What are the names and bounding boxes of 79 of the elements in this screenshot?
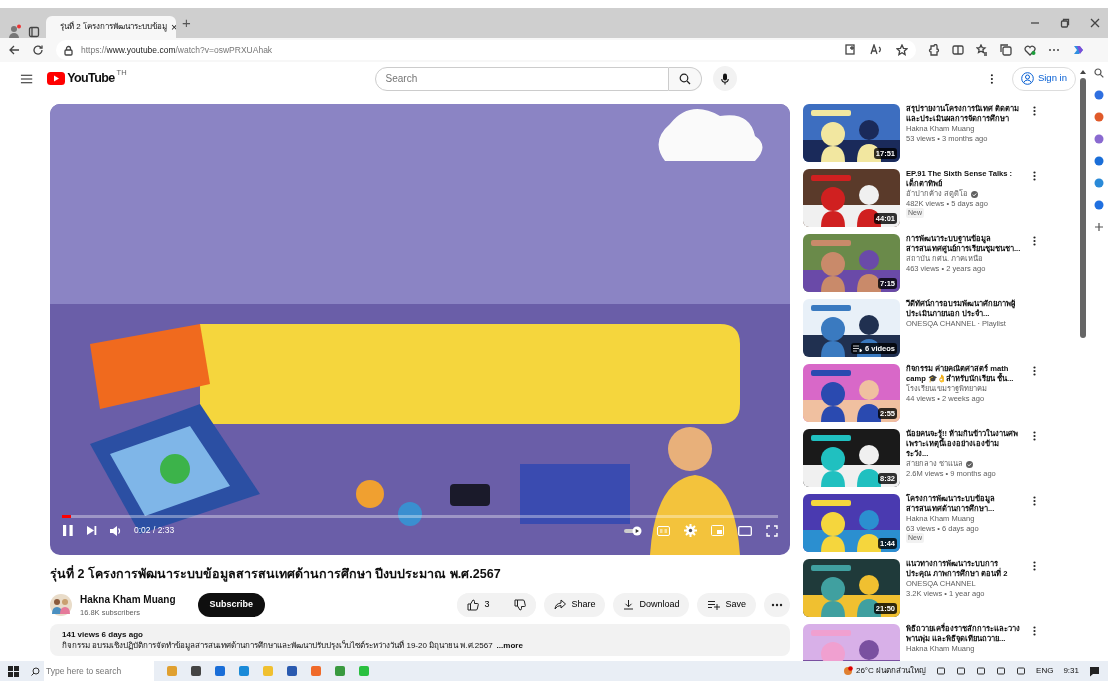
subscribe-button[interactable]: Subscribe <box>197 592 266 617</box>
fullscreen-icon[interactable] <box>766 524 778 537</box>
more-icon[interactable] <box>1032 626 1036 636</box>
address-field[interactable]: https://www.youtube.com/watch?v=oswPRXUAhak <box>56 40 916 60</box>
more-icon[interactable] <box>990 72 994 85</box>
view-stats: 141 views 6 days ago <box>62 629 143 639</box>
logo-text: YouTube <box>67 70 115 88</box>
app-available-icon[interactable] <box>845 44 856 55</box>
settings-icon[interactable] <box>684 524 697 537</box>
lock-icon <box>64 44 73 56</box>
notifications-icon[interactable] <box>1089 665 1100 677</box>
collections-icon[interactable] <box>1000 44 1012 56</box>
browser-essentials-icon[interactable] <box>1024 44 1036 56</box>
autoplay-toggle[interactable] <box>623 525 643 536</box>
more-icon[interactable] <box>1032 171 1036 181</box>
search-field[interactable]: Search <box>374 66 670 91</box>
more-icon[interactable] <box>1032 561 1036 571</box>
refresh-icon[interactable] <box>32 44 44 56</box>
split-screen-icon[interactable] <box>952 44 964 56</box>
volume-icon[interactable] <box>109 524 122 537</box>
description-box[interactable]: 141 views 6 days ago กิจกรรม อบรมเชิงปฏิบัติการจัดทำข้อมูลสารสนเทศด้านการศึกษาและพัฒนาปรับปรุงเว็บไซต์ระหว่างวันที่ 19-20 มิถุนายน พ.ศ.2567 ...more <box>50 624 790 656</box>
more-icon <box>771 602 783 607</box>
channel-avatar <box>50 593 72 616</box>
back-icon[interactable] <box>8 44 20 56</box>
play-logo-icon <box>47 72 66 85</box>
browser-tab[interactable]: รุ่นที่ 2 โครงการพัฒนาระบบข้อมู × <box>46 16 176 38</box>
description-text: กิจกรรม อบรมเชิงปฏิบัติการจัดทำข้อมูลสารสนเทศด้านการศึกษาและพัฒนาปรับปรุงเว็บไซต์ระหว่างวันที่ 19-20 มิถุนายน พ.ศ.2567 <box>62 640 493 651</box>
share-arrow-icon <box>554 599 567 611</box>
video-title: รุ่นที่ 2 โครงการพัฒนาระบบข้อมูลสารสนเทศด้านการศึกษา ปีงบประมาณ พ.ศ.2567 <box>50 565 502 584</box>
favorite-star-icon[interactable] <box>896 44 908 56</box>
weather-icon <box>842 666 853 676</box>
profile-icon[interactable] <box>8 24 22 38</box>
search-button[interactable] <box>669 66 702 91</box>
playlist-icon <box>853 344 862 352</box>
search-icon <box>31 666 40 676</box>
menu-icon[interactable] <box>20 72 34 85</box>
save-button[interactable]: Save <box>697 592 756 617</box>
weather-widget[interactable]: 26°C ฝนตกส่วนใหญ่ <box>842 665 927 677</box>
voice-search-button[interactable] <box>712 66 738 91</box>
download-button[interactable]: Download <box>613 592 690 617</box>
download-icon <box>623 599 635 611</box>
thumbs-down-icon <box>514 598 527 611</box>
more-icon[interactable] <box>1032 366 1036 376</box>
playlist-add-icon <box>707 599 721 610</box>
scroll-up-icon[interactable] <box>1080 70 1086 74</box>
more-icon[interactable] <box>1032 236 1036 246</box>
taskbar-search-field[interactable]: Type here to search <box>44 661 154 681</box>
search-icon <box>679 72 692 85</box>
time-display: 0:02 / 2:33 <box>134 524 175 537</box>
copilot-icon[interactable] <box>1072 44 1084 56</box>
favorites-icon[interactable] <box>976 44 988 56</box>
close-icon[interactable] <box>1090 18 1100 28</box>
clock-time[interactable]: 9:31 <box>1063 665 1079 677</box>
next-icon[interactable] <box>86 525 97 536</box>
new-tab-button[interactable]: + <box>182 11 191 35</box>
pause-icon[interactable] <box>62 524 74 537</box>
url-text: https://www.youtube.com/watch?v=oswPRXUAhak <box>81 43 273 57</box>
thumbs-up-icon <box>467 598 480 611</box>
channel-name[interactable]: Hakna Kham Muang <box>80 591 176 607</box>
scrollbar-thumb[interactable] <box>1080 78 1086 338</box>
start-icon[interactable] <box>8 665 19 677</box>
more-icon[interactable] <box>1032 106 1036 116</box>
restore-icon[interactable] <box>1060 18 1070 28</box>
add-icon[interactable] <box>1094 222 1104 232</box>
search-icon[interactable] <box>1094 68 1104 78</box>
sign-in-button[interactable]: Sign in <box>1011 66 1076 91</box>
read-aloud-icon[interactable] <box>870 44 882 55</box>
account-icon <box>1020 72 1034 85</box>
share-button[interactable]: Share <box>544 592 606 617</box>
more-link[interactable]: ...more <box>496 640 523 651</box>
tab-title: รุ่นที่ 2 โครงการพัฒนาระบบข้อมู <box>60 21 167 33</box>
theater-mode-icon[interactable] <box>738 525 752 536</box>
language-indicator[interactable]: ENG <box>1036 665 1054 677</box>
microphone-icon <box>721 72 730 85</box>
extensions-icon[interactable] <box>928 44 940 56</box>
tab-actions-icon[interactable] <box>28 26 40 38</box>
tab-close-button[interactable]: × <box>170 18 176 36</box>
more-icon[interactable] <box>1032 496 1036 506</box>
more-icon[interactable] <box>1032 431 1036 441</box>
